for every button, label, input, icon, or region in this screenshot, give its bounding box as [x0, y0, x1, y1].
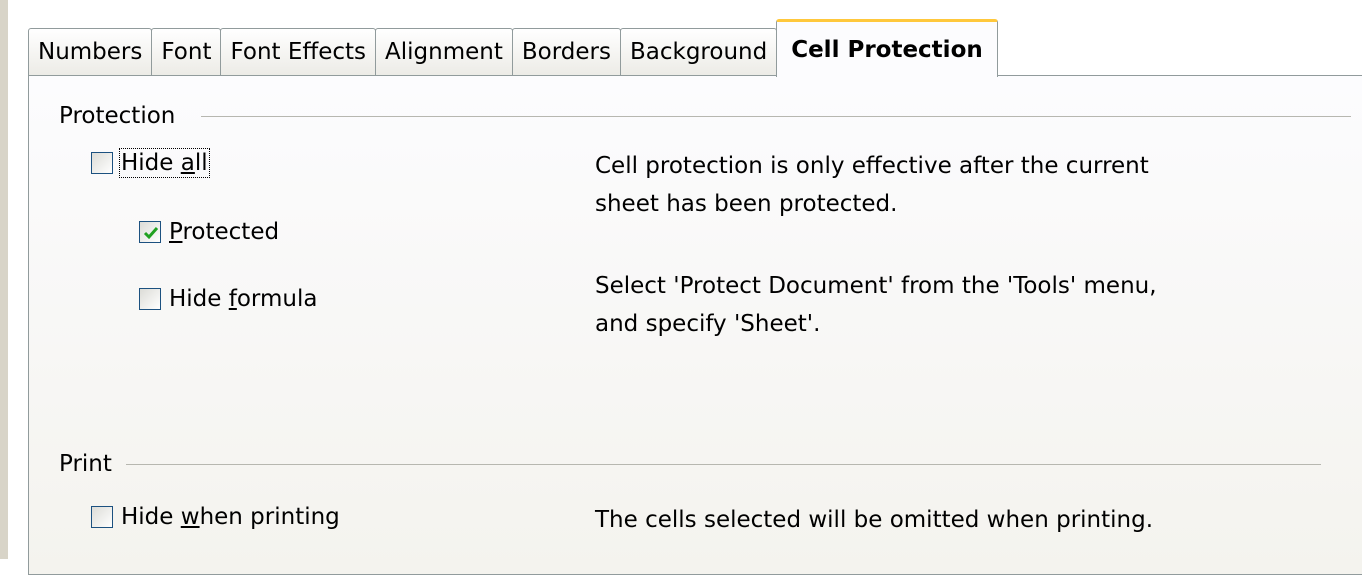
- protected-option[interactable]: Protected: [139, 219, 279, 245]
- cell-protection-panel: Protection Hide all Protected Hide formu…: [28, 75, 1362, 575]
- hide-formula-checkbox[interactable]: [139, 288, 161, 310]
- tab-background[interactable]: Background: [619, 28, 778, 76]
- hide-all-option[interactable]: Hide all: [91, 148, 210, 178]
- hide-all-label: Hide all: [119, 148, 210, 178]
- protection-group-label: Protection: [59, 103, 176, 129]
- tab-font[interactable]: Font: [151, 28, 222, 76]
- hide-formula-label: Hide formula: [169, 286, 318, 312]
- hide-when-printing-label: Hide when printing: [121, 504, 340, 530]
- hide-when-printing-option[interactable]: Hide when printing: [91, 504, 340, 530]
- protected-checkbox[interactable]: [139, 221, 161, 243]
- print-separator: [126, 464, 1321, 465]
- tab-alignment[interactable]: Alignment: [375, 28, 513, 76]
- tab-cell-protection[interactable]: Cell Protection: [776, 19, 998, 77]
- info-line: and specify 'Sheet'.: [595, 311, 821, 337]
- hide-formula-option[interactable]: Hide formula: [139, 286, 317, 312]
- tab-font-effects[interactable]: Font Effects: [220, 28, 377, 76]
- protection-instructions-text: Select 'Protect Document' from the 'Tool…: [595, 267, 1157, 343]
- window-edge: [0, 0, 8, 559]
- hide-all-checkbox[interactable]: [91, 152, 113, 174]
- info-line: Cell protection is only effective after …: [595, 153, 1149, 179]
- print-group-label: Print: [59, 451, 112, 477]
- print-info-text: The cells selected will be omitted when …: [595, 507, 1154, 533]
- protection-separator: [201, 116, 1351, 117]
- tab-numbers[interactable]: Numbers: [28, 28, 153, 76]
- hide-when-printing-checkbox[interactable]: [91, 506, 113, 528]
- protection-info-text: Cell protection is only effective after …: [595, 147, 1149, 223]
- protected-label: Protected: [169, 219, 280, 245]
- tab-bar: Numbers Font Font Effects Alignment Bord…: [28, 18, 1362, 77]
- info-line: sheet has been protected.: [595, 191, 898, 217]
- tab-borders[interactable]: Borders: [511, 28, 621, 76]
- checkmark-icon: [143, 227, 159, 240]
- info-line: Select 'Protect Document' from the 'Tool…: [595, 273, 1157, 299]
